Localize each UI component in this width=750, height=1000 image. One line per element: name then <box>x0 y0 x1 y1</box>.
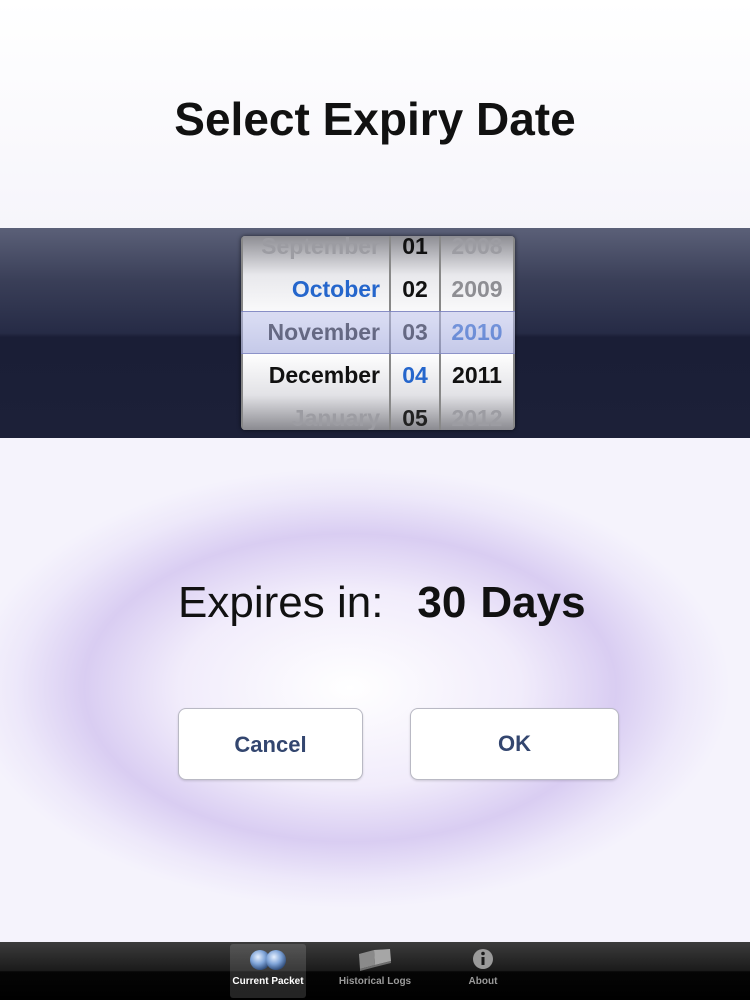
date-picker[interactable]: September October November December Janu… <box>241 236 515 430</box>
day-option-selected[interactable]: 03 <box>391 311 439 354</box>
day-option[interactable]: 02 <box>391 268 439 311</box>
day-option[interactable]: 05 <box>391 397 439 430</box>
tab-label: Historical Logs <box>338 976 412 987</box>
month-option[interactable]: September <box>243 236 389 268</box>
month-option[interactable]: October <box>243 268 389 311</box>
tab-label: Current Packet <box>232 976 304 987</box>
year-option[interactable]: 2012 <box>441 397 513 430</box>
year-wheel[interactable]: 2008 2009 2010 2011 2012 <box>441 236 513 430</box>
tab-label: About <box>468 976 498 987</box>
tab-about[interactable]: About <box>448 944 518 998</box>
year-option[interactable]: 2009 <box>441 268 513 311</box>
pills-icon <box>250 950 286 970</box>
info-icon <box>473 949 493 969</box>
page-title: Select Expiry Date <box>174 93 576 145</box>
month-option[interactable]: December <box>243 354 389 397</box>
title-area: Select Expiry Date <box>0 0 750 228</box>
day-option[interactable]: 01 <box>391 236 439 268</box>
day-wheel[interactable]: 01 02 03 04 05 <box>391 236 439 430</box>
tab-current-packet[interactable]: Current Packet <box>230 944 306 998</box>
tab-historical-logs[interactable]: Historical Logs <box>336 944 414 998</box>
year-option[interactable]: 2008 <box>441 236 513 268</box>
month-option[interactable]: January <box>243 397 389 430</box>
day-option[interactable]: 04 <box>391 354 439 397</box>
expires-label: Expires in: <box>178 578 384 627</box>
cancel-button[interactable]: Cancel <box>178 708 363 780</box>
content-area <box>0 438 750 942</box>
year-option[interactable]: 2011 <box>441 354 513 397</box>
expires-unit: Days <box>480 578 586 627</box>
tab-bar: Current Packet Historical Logs About <box>0 942 750 1000</box>
expires-value: 30 <box>417 578 467 627</box>
ok-button[interactable]: OK <box>410 708 619 780</box>
month-option-selected[interactable]: November <box>243 311 389 354</box>
expires-line: Expires in: 30 Days <box>178 578 586 628</box>
month-wheel[interactable]: September October November December Janu… <box>243 236 389 430</box>
year-option-selected[interactable]: 2010 <box>441 311 513 354</box>
book-icon <box>359 949 391 971</box>
